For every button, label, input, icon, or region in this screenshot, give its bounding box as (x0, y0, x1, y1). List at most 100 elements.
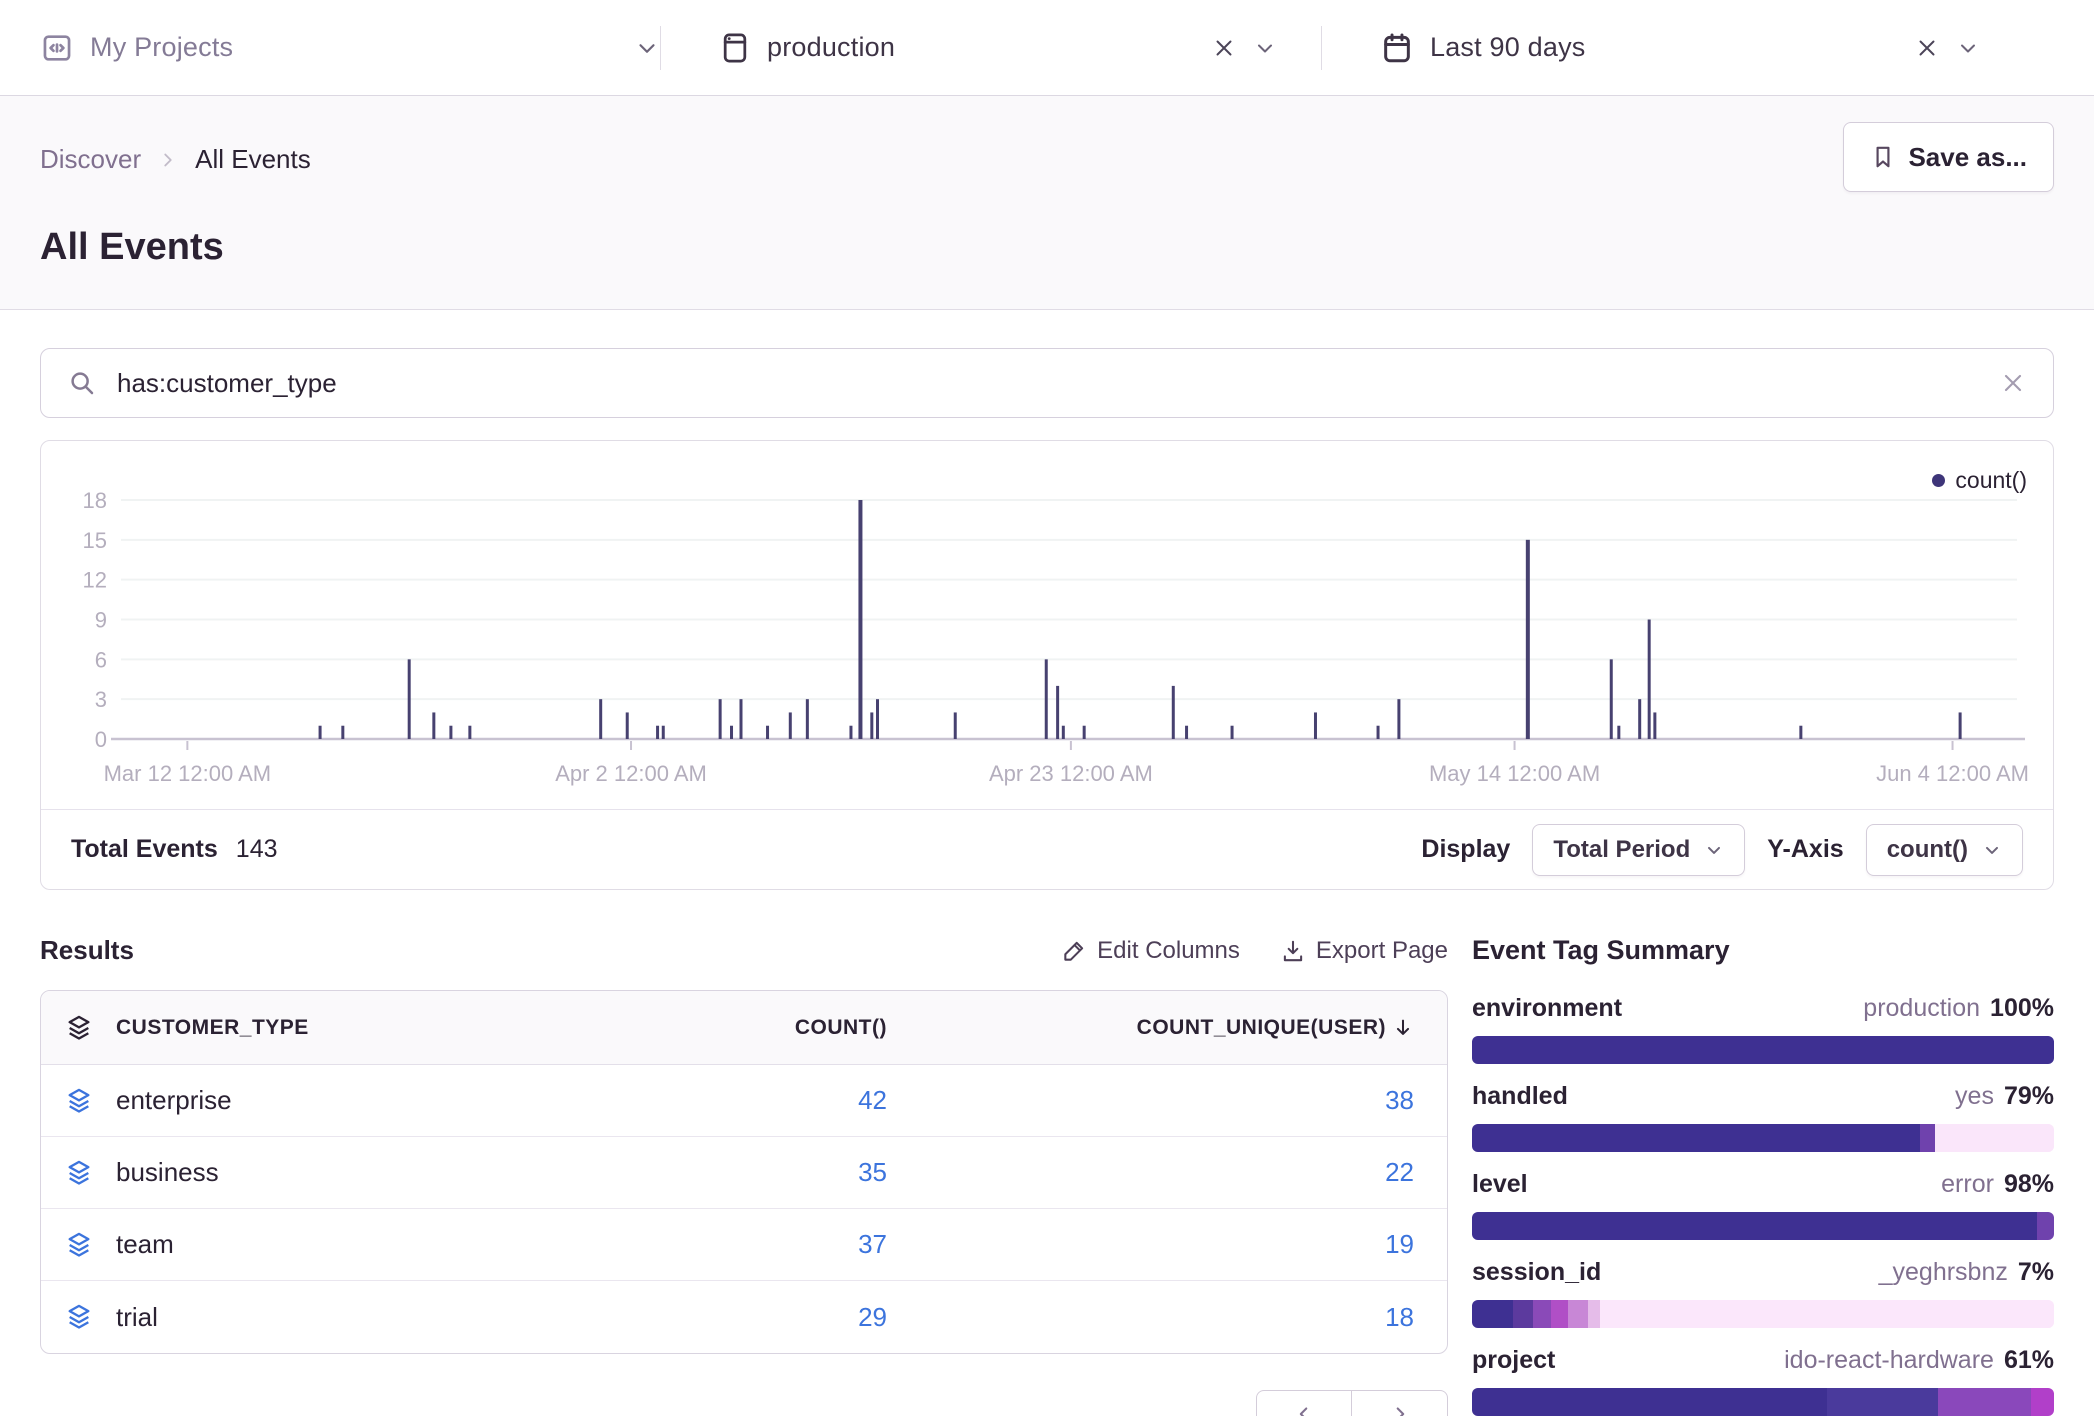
table-header-row: CUSTOMER_TYPE COUNT() COUNT_UNIQUE(USER) (41, 991, 1447, 1065)
total-events-label: Total Events (71, 835, 218, 864)
tag-distribution-bar[interactable] (1472, 1388, 2054, 1416)
table-row: team3719 (41, 1209, 1447, 1281)
chart-bar (858, 500, 862, 739)
project-selector[interactable]: My Projects (40, 0, 660, 96)
chart-bar (468, 726, 471, 739)
display-dropdown[interactable]: Total Period (1532, 824, 1745, 876)
cell-count[interactable]: 35 (607, 1157, 887, 1188)
breadcrumb-discover[interactable]: Discover (40, 144, 141, 175)
column-header-customer-type[interactable]: CUSTOMER_TYPE (116, 1016, 607, 1040)
chart-bar (656, 726, 659, 739)
event-tag-summary: Event Tag Summary environmentproduction1… (1472, 935, 2054, 1416)
tag-distribution-bar[interactable] (1472, 1300, 2054, 1328)
chart-bar (662, 726, 665, 739)
stack-icon (41, 1231, 116, 1259)
events-chart[interactable]: 0369121518Mar 12 12:00 AMApr 2 12:00 AMA… (41, 441, 2053, 801)
projects-icon (40, 31, 74, 65)
tag-bar-segment (1935, 1124, 2054, 1152)
results-heading: Results (40, 935, 134, 966)
save-as-button[interactable]: Save as... (1843, 122, 2054, 192)
cell-count-unique[interactable]: 19 (887, 1229, 1414, 1260)
tag-bar-segment (1938, 1388, 2031, 1416)
chart-bar (849, 726, 852, 739)
chevron-right-icon (157, 149, 179, 171)
table-row: enterprise4238 (41, 1065, 1447, 1137)
tag-bar-segment (1472, 1300, 1513, 1328)
tag-distribution-bar[interactable] (1472, 1036, 2054, 1064)
cell-customer-type: business (116, 1157, 607, 1188)
total-events-value: 143 (236, 835, 278, 864)
cell-count-unique[interactable]: 18 (887, 1302, 1414, 1333)
export-page-label: Export Page (1316, 937, 1448, 965)
x-axis-tick-label: Apr 23 12:00 AM (989, 761, 1153, 786)
window-icon (719, 31, 751, 65)
tag-entry-environment: environmentproduction100% (1472, 994, 2054, 1064)
previous-page-button[interactable] (1256, 1390, 1352, 1416)
chart-bar (739, 699, 742, 739)
tag-bar-segment (1472, 1124, 1920, 1152)
cell-count[interactable]: 42 (607, 1085, 887, 1116)
clear-environment-icon[interactable] (1211, 35, 1237, 61)
tag-percent: 7% (2018, 1258, 2054, 1287)
cell-count[interactable]: 37 (607, 1229, 887, 1260)
next-page-button[interactable] (1352, 1390, 1448, 1416)
environment-selector[interactable]: production (661, 0, 1321, 96)
tag-distribution-bar[interactable] (1472, 1212, 2054, 1240)
cell-count[interactable]: 29 (607, 1302, 887, 1333)
display-dropdown-value: Total Period (1553, 836, 1690, 864)
yaxis-dropdown[interactable]: count() (1866, 824, 2023, 876)
chart-bar (1397, 699, 1400, 739)
edit-columns-label: Edit Columns (1097, 937, 1240, 965)
column-header-count-unique[interactable]: COUNT_UNIQUE(USER) (887, 1016, 1414, 1040)
date-range-label: Last 90 days (1430, 32, 1586, 63)
tag-bar-segment (1568, 1300, 1588, 1328)
tag-name: environment (1472, 994, 1622, 1023)
tag-bar-segment (1533, 1300, 1550, 1328)
edit-columns-button[interactable]: Edit Columns (1061, 937, 1240, 965)
tag-percent: 100% (1990, 994, 2054, 1023)
pencil-icon (1061, 938, 1087, 964)
search-icon (67, 368, 97, 398)
chevron-down-icon (1704, 840, 1724, 860)
tag-distribution-bar[interactable] (1472, 1124, 2054, 1152)
search-input[interactable] (117, 368, 1979, 399)
tag-bar-segment (1472, 1212, 2037, 1240)
bookmark-icon (1870, 144, 1896, 170)
chart-bar (1062, 726, 1065, 739)
cell-customer-type: team (116, 1229, 607, 1260)
chart-bar (432, 712, 435, 739)
tag-percent: 98% (2004, 1170, 2054, 1199)
clear-search-icon[interactable] (1999, 369, 2027, 397)
chart-bar (319, 726, 322, 739)
tag-bar-segment (1513, 1300, 1533, 1328)
main-content: count() 0369121518Mar 12 12:00 AMApr 2 1… (0, 310, 2094, 1416)
date-range-selector[interactable]: Last 90 days (1322, 0, 1984, 96)
search-bar[interactable] (40, 348, 2054, 418)
clear-date-icon[interactable] (1914, 35, 1940, 61)
cell-customer-type: enterprise (116, 1085, 607, 1116)
cell-count-unique[interactable]: 22 (887, 1157, 1414, 1188)
chevron-down-icon[interactable] (1253, 36, 1277, 60)
tag-top-value: error (1941, 1170, 1994, 1199)
tag-summary-title: Event Tag Summary (1472, 935, 2054, 966)
x-axis-tick-label: Apr 2 12:00 AM (555, 761, 707, 786)
chevron-down-icon (1982, 840, 2002, 860)
chart-bar (1083, 726, 1086, 739)
chart-bar (1959, 712, 1962, 739)
chart-bar (1185, 726, 1188, 739)
chart-bar (1377, 726, 1380, 739)
tag-bar-segment (1920, 1124, 1935, 1152)
cell-count-unique[interactable]: 38 (887, 1085, 1414, 1116)
breadcrumb: Discover All Events (40, 122, 311, 175)
tag-bar-segment (1600, 1300, 2054, 1328)
table-row: trial2918 (41, 1281, 1447, 1353)
chevron-down-icon[interactable] (634, 35, 660, 61)
pagination (40, 1390, 1448, 1416)
tag-entry-handled: handledyes79% (1472, 1082, 2054, 1152)
chevron-down-icon[interactable] (1956, 36, 1980, 60)
page-filter-bar: My Projects production Last 90 days (0, 0, 2094, 96)
chart-bar (408, 659, 411, 739)
tag-bar-segment (1551, 1300, 1568, 1328)
column-header-count[interactable]: COUNT() (607, 1016, 887, 1040)
export-page-button[interactable]: Export Page (1280, 937, 1448, 965)
